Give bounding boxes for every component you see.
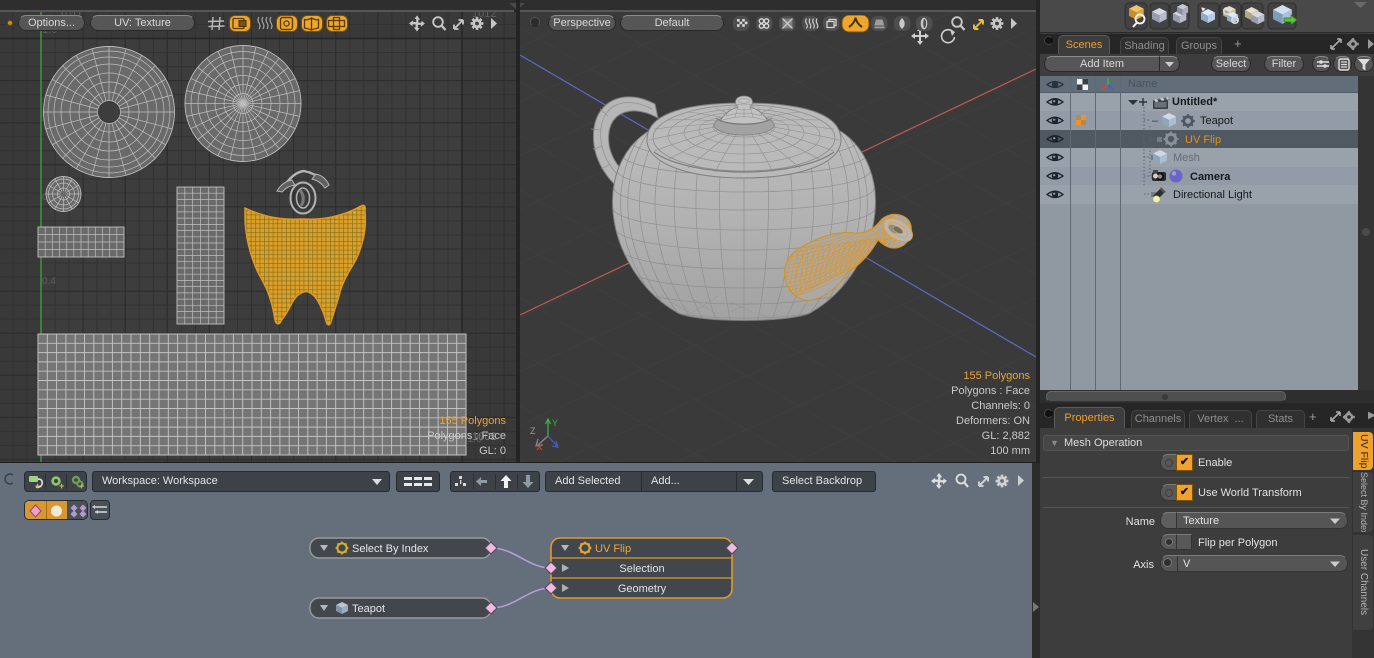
svg-text:Y: Y <box>552 418 558 428</box>
svg-text:Teapot: Teapot <box>352 603 385 615</box>
svg-text:155 Polygons: 155 Polygons <box>439 415 506 427</box>
svg-text:Polygons : Face: Polygons : Face <box>427 430 506 442</box>
svg-text:Channels: 0: Channels: 0 <box>971 400 1030 412</box>
svg-text:Selection: Selection <box>619 563 664 575</box>
svg-text:100 mm: 100 mm <box>990 445 1030 457</box>
svg-text:GL: 2,882: GL: 2,882 <box>982 430 1030 442</box>
svg-text:Geometry: Geometry <box>618 583 667 595</box>
svg-text:Deformers: ON: Deformers: ON <box>956 415 1030 427</box>
svg-text:Polygons : Face: Polygons : Face <box>951 385 1030 397</box>
svg-text:155 Polygons: 155 Polygons <box>963 370 1030 382</box>
svg-text:UV Flip: UV Flip <box>595 543 631 555</box>
svg-text:0.4: 0.4 <box>42 276 56 287</box>
svg-text:Z: Z <box>530 426 536 436</box>
svg-text:GL: 0: GL: 0 <box>479 445 506 457</box>
svg-text:Select By Index: Select By Index <box>352 543 429 555</box>
